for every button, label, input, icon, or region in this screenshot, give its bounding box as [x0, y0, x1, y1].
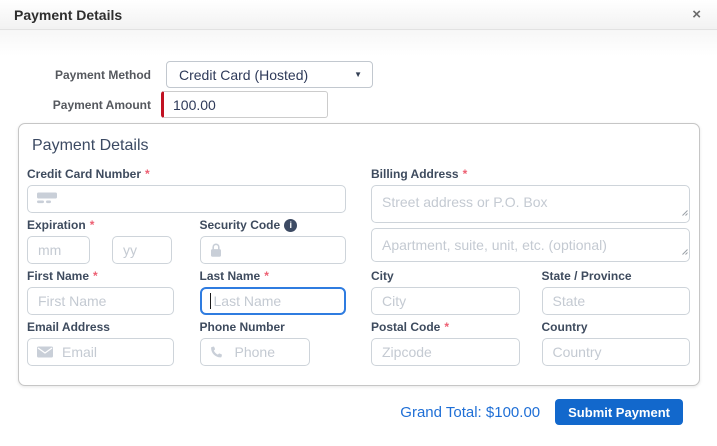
name-row: First Name * Last Name *: [27, 269, 346, 315]
modal-header: Payment Details ×: [0, 0, 717, 30]
payment-amount-input[interactable]: [161, 91, 328, 118]
expiration-label: Expiration *: [27, 218, 174, 233]
postal-code-group: Postal Code *: [371, 320, 520, 366]
info-icon[interactable]: i: [284, 219, 297, 232]
payment-details-panel: Payment Details Credit Card Number *: [18, 123, 700, 386]
expiration-group: Expiration *: [27, 218, 174, 264]
address-line2-wrap: [371, 228, 690, 262]
credit-card-number-group: Credit Card Number *: [27, 167, 346, 213]
last-name-input[interactable]: [200, 287, 347, 315]
first-name-label: First Name *: [27, 269, 174, 284]
city-input[interactable]: [371, 287, 520, 315]
payment-method-select[interactable]: Credit Card (Hosted) ▼: [166, 61, 373, 88]
postal-code-label: Postal Code *: [371, 320, 520, 335]
last-name-input-wrap: [200, 287, 347, 315]
grand-total-label: Grand Total:: [400, 404, 481, 421]
top-form: Payment Method Credit Card (Hosted) ▼ Pa…: [18, 30, 700, 118]
billing-address-wrap: [371, 185, 690, 223]
required-asterisk: *: [444, 320, 449, 335]
first-name-group: First Name *: [27, 269, 174, 315]
state-label: State / Province: [542, 269, 691, 284]
resize-handle-icon[interactable]: [680, 203, 688, 221]
contact-row: Email Address Phone Number: [27, 320, 346, 366]
city-state-row: City State / Province: [371, 269, 690, 315]
grand-total: Grand Total: $100.00: [400, 404, 540, 421]
security-code-input[interactable]: [200, 236, 347, 264]
billing-address-group: Billing Address *: [371, 167, 690, 223]
text-cursor: [210, 293, 211, 309]
country-group: Country: [542, 320, 691, 366]
city-group: City: [371, 269, 520, 315]
required-asterisk: *: [90, 218, 95, 233]
submit-payment-button[interactable]: Submit Payment: [555, 399, 683, 425]
panel-left-column: Credit Card Number *: [27, 167, 346, 371]
payment-method-row: Payment Method Credit Card (Hosted) ▼: [18, 61, 700, 88]
security-code-label: Security Code i: [200, 218, 347, 233]
payment-amount-row: Payment Amount: [18, 91, 700, 118]
expiration-security-row: Expiration * Security Code i: [27, 218, 346, 264]
payment-method-value: Credit Card (Hosted): [179, 67, 308, 83]
security-code-group: Security Code i: [200, 218, 347, 264]
panel-title: Payment Details: [32, 136, 690, 155]
credit-card-number-input[interactable]: [27, 185, 346, 213]
expiration-mm-input[interactable]: [27, 236, 90, 264]
first-name-input[interactable]: [27, 287, 174, 315]
payment-modal: Payment Details × Payment Method Credit …: [0, 0, 717, 425]
billing-address-textarea[interactable]: [371, 185, 690, 223]
required-asterisk: *: [264, 269, 269, 284]
email-input-wrap: [27, 338, 174, 366]
required-asterisk: *: [93, 269, 98, 284]
phone-input[interactable]: [200, 338, 310, 366]
state-group: State / Province: [542, 269, 691, 315]
close-icon[interactable]: ×: [688, 5, 705, 24]
credit-card-number-label: Credit Card Number *: [27, 167, 346, 182]
resize-handle-icon[interactable]: [680, 242, 688, 260]
billing-address-label: Billing Address *: [371, 167, 690, 182]
required-asterisk: *: [463, 167, 468, 182]
payment-amount-label: Payment Amount: [18, 98, 166, 112]
payment-method-label: Payment Method: [18, 68, 166, 82]
grand-total-value: $100.00: [486, 404, 540, 421]
postal-country-row: Postal Code * Country: [371, 320, 690, 366]
credit-card-input-wrap: [27, 185, 346, 213]
city-label: City: [371, 269, 520, 284]
postal-code-input[interactable]: [371, 338, 520, 366]
modal-body: Payment Method Credit Card (Hosted) ▼ Pa…: [0, 30, 717, 425]
last-name-label: Last Name *: [200, 269, 347, 284]
security-code-input-wrap: [200, 236, 347, 264]
last-name-group: Last Name *: [200, 269, 347, 315]
address-line2-textarea[interactable]: [371, 228, 690, 262]
phone-group: Phone Number: [200, 320, 347, 366]
country-input[interactable]: [542, 338, 691, 366]
country-label: Country: [542, 320, 691, 335]
required-asterisk: *: [145, 167, 150, 182]
panel-grid: Credit Card Number *: [27, 167, 690, 371]
phone-label: Phone Number: [200, 320, 347, 335]
modal-title: Payment Details: [14, 7, 122, 23]
expiration-inputs: [27, 236, 174, 264]
expiration-yy-input[interactable]: [112, 236, 172, 264]
email-group: Email Address: [27, 320, 174, 366]
chevron-down-icon: ▼: [354, 70, 362, 79]
state-input[interactable]: [542, 287, 691, 315]
address-line2-group: [371, 228, 690, 262]
email-input[interactable]: [27, 338, 174, 366]
phone-input-wrap: [200, 338, 310, 366]
panel-right-column: Billing Address *: [371, 167, 690, 371]
email-label: Email Address: [27, 320, 174, 335]
modal-footer: Grand Total: $100.00 Submit Payment: [18, 386, 700, 425]
